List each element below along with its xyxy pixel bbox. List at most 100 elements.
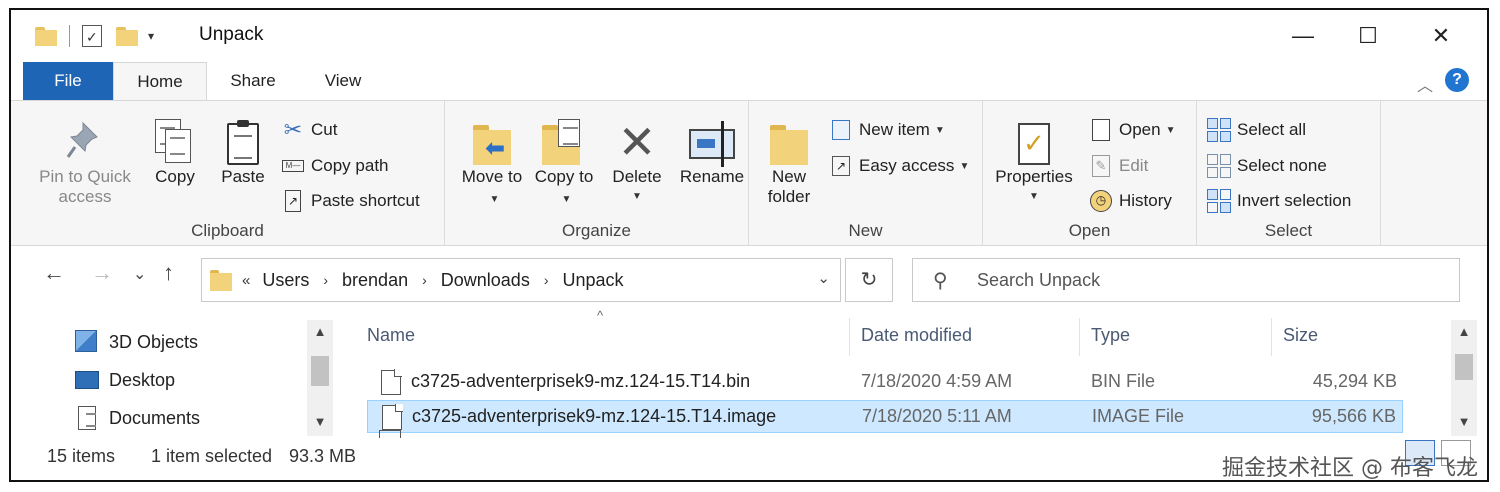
new-folder-qat-icon[interactable]	[116, 25, 138, 47]
organize-group: ⬅ Move to ▼ Copy to ▼ ✕ Delete ▼ Rename …	[445, 101, 749, 245]
folder-icon	[210, 269, 232, 291]
new-folder-button[interactable]: New folder	[757, 111, 821, 207]
minimize-button[interactable]: —	[1273, 18, 1333, 54]
ribbon: Pin to Quick access Copy Paste ✂ Cut M— …	[11, 100, 1487, 246]
copy-label: Copy	[155, 167, 195, 186]
move-to-label: Move to	[461, 167, 523, 186]
select-none-button[interactable]: Select none	[1207, 151, 1327, 181]
refresh-button[interactable]: ↻	[845, 258, 893, 302]
copy-path-button[interactable]: M— Copy path	[281, 151, 389, 181]
properties-icon: ✓	[1018, 123, 1050, 165]
pin-to-quick-access-button[interactable]: Pin to Quick access	[29, 111, 141, 207]
column-divider[interactable]	[1271, 318, 1272, 356]
recent-locations-icon[interactable]: ⌄	[133, 264, 146, 284]
ribbon-tabs: File Home Share View ︿ ?	[11, 62, 1487, 101]
column-divider[interactable]	[849, 318, 850, 356]
breadcrumb-unpack[interactable]: Unpack	[563, 270, 624, 291]
breadcrumb-overflow-icon[interactable]: «	[242, 272, 250, 289]
tab-home[interactable]: Home	[113, 62, 207, 101]
edit-label: Edit	[1119, 156, 1149, 175]
organize-group-label: Organize	[562, 221, 631, 240]
paste-shortcut-button[interactable]: ↗ Paste shortcut	[281, 186, 420, 216]
delete-button[interactable]: ✕ Delete ▼	[605, 111, 669, 207]
chevron-down-icon[interactable]: ⌄	[817, 269, 830, 287]
invert-selection-button[interactable]: Invert selection	[1207, 186, 1351, 216]
easy-access-button[interactable]: ↗ Easy access ▼	[829, 151, 969, 181]
back-arrow-icon[interactable]: ←	[43, 260, 65, 286]
rename-label: Rename	[679, 167, 745, 186]
open-button[interactable]: Open ▼	[1089, 115, 1176, 145]
sort-ascending-icon: ^	[597, 308, 604, 323]
move-to-button[interactable]: ⬅ Move to ▼	[457, 111, 527, 210]
history-button[interactable]: ◷ History	[1089, 186, 1172, 216]
copy-path-label: Copy path	[311, 156, 389, 175]
clipboard-group-label: Clipboard	[191, 221, 264, 240]
nav-item-label: Desktop	[109, 369, 176, 390]
scroll-down-icon[interactable]: ▼	[307, 414, 333, 429]
delete-dropdown-icon: ▼	[632, 191, 642, 202]
properties-qat-icon[interactable]: ✓	[82, 25, 102, 47]
column-header-name[interactable]: Name	[367, 318, 415, 352]
nav-item-label: 3D Objects	[109, 331, 199, 352]
breadcrumb-brendan[interactable]: brendan	[342, 270, 408, 291]
edit-button[interactable]: ✎ Edit	[1089, 151, 1148, 181]
clipboard-icon	[227, 120, 259, 165]
nav-item-label: Documents	[109, 407, 201, 428]
copy-button[interactable]: Copy	[143, 111, 207, 187]
chevron-right-icon[interactable]: ›	[422, 272, 427, 288]
folder-icon	[35, 25, 57, 47]
nav-item-documents[interactable]: Documents	[75, 402, 200, 434]
search-input[interactable]: Search Unpack	[977, 270, 1100, 291]
scrollbar-thumb[interactable]	[1455, 354, 1473, 380]
scroll-up-icon[interactable]: ▲	[1451, 324, 1477, 339]
tab-view[interactable]: View	[301, 62, 385, 100]
address-bar[interactable]: « Users › brendan › Downloads › Unpack ⌄	[201, 258, 841, 302]
chevron-right-icon[interactable]: ›	[544, 272, 549, 288]
column-header-type[interactable]: Type	[1091, 318, 1130, 352]
column-header-size[interactable]: Size	[1283, 318, 1318, 352]
column-header-date-modified[interactable]: Date modified	[861, 318, 972, 352]
new-item-icon	[829, 118, 853, 142]
nav-item-3d-objects[interactable]: 3D Objects	[75, 326, 198, 358]
table-row-selected[interactable]: c3725-adventerprisek9-mz.124-15.T14.imag…	[367, 400, 1403, 433]
breadcrumb-downloads[interactable]: Downloads	[441, 270, 530, 291]
help-icon[interactable]: ?	[1445, 68, 1469, 92]
file-date: 7/18/2020 5:11 AM	[862, 406, 1012, 426]
chevron-up-icon[interactable]: ︿	[1417, 72, 1433, 96]
tab-share[interactable]: Share	[211, 62, 295, 100]
maximize-button[interactable]: ☐	[1338, 18, 1398, 54]
copy-to-button[interactable]: Copy to ▼	[529, 111, 599, 210]
properties-label: Properties	[995, 167, 1073, 186]
file-size: 95,566 KB	[1311, 406, 1396, 426]
cut-button[interactable]: ✂ Cut	[281, 115, 338, 145]
close-button[interactable]: ✕	[1411, 18, 1471, 54]
new-item-label: New item	[859, 120, 930, 139]
nav-pane-scrollbar[interactable]: ▲ ▼	[307, 320, 333, 436]
nav-item-desktop[interactable]: Desktop	[75, 364, 175, 396]
cube-icon	[75, 330, 99, 354]
paste-button[interactable]: Paste	[211, 111, 275, 187]
file-list-scrollbar[interactable]: ▲ ▼	[1451, 320, 1477, 436]
breadcrumb-users[interactable]: Users	[262, 270, 309, 291]
table-row[interactable]: c3725-adventerprisek9-mz.124-15.T14.bin …	[367, 366, 1403, 399]
search-box[interactable]: ⚲ Search Unpack	[912, 258, 1460, 302]
rename-button[interactable]: Rename	[675, 111, 749, 187]
column-divider[interactable]	[1079, 318, 1080, 356]
properties-button[interactable]: ✓ Properties ▼	[989, 111, 1079, 207]
new-item-button[interactable]: New item ▼	[829, 115, 945, 145]
scroll-down-icon[interactable]: ▼	[1451, 414, 1477, 429]
pin-label: Pin to Quick access	[39, 167, 131, 206]
copy-to-folder-icon	[542, 119, 586, 165]
delete-x-icon: ✕	[617, 116, 657, 168]
customize-qat-dropdown[interactable]: ▾	[148, 29, 154, 43]
scroll-up-icon[interactable]: ▲	[307, 324, 333, 339]
chevron-right-icon[interactable]: ›	[323, 272, 328, 288]
paste-label: Paste	[221, 167, 265, 186]
up-arrow-icon[interactable]: ↑	[163, 260, 174, 286]
scrollbar-thumb[interactable]	[311, 356, 329, 386]
select-all-button[interactable]: Select all	[1207, 115, 1306, 145]
watermark: 掘金技术社区 @ 布客飞龙	[1222, 456, 1478, 481]
paste-shortcut-label: Paste shortcut	[311, 191, 420, 210]
tab-file[interactable]: File	[23, 62, 113, 100]
forward-arrow-icon[interactable]: →	[91, 260, 113, 286]
